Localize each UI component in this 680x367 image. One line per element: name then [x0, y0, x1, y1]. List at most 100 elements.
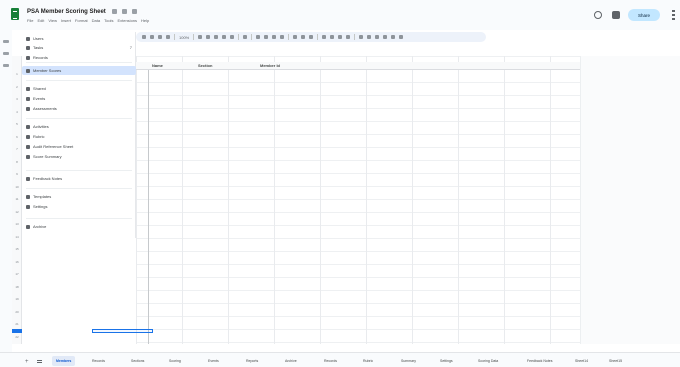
- spreadsheet-grid[interactable]: [136, 56, 580, 344]
- fill-color-icon[interactable]: [293, 35, 298, 39]
- panel-item-settings[interactable]: Settings: [22, 202, 136, 211]
- menu-item-edit[interactable]: Edit: [37, 18, 44, 23]
- comment-icon[interactable]: [367, 35, 372, 39]
- menu-item-data[interactable]: Data: [92, 18, 100, 23]
- sheets-logo-icon[interactable]: [11, 8, 19, 20]
- redo-icon[interactable]: [150, 35, 154, 39]
- comments-icon[interactable]: [612, 11, 620, 19]
- row-number[interactable]: 19: [12, 297, 22, 301]
- menu-icon[interactable]: [3, 40, 9, 43]
- menu-item-tools[interactable]: Tools: [104, 18, 113, 23]
- sheet-tab[interactable]: Rubric: [359, 356, 377, 366]
- wrap-icon[interactable]: [338, 35, 343, 39]
- panel-item-score-summary[interactable]: Score Summary: [22, 152, 136, 161]
- sheet-tab[interactable]: Events: [204, 356, 223, 366]
- row-number[interactable]: 4: [12, 110, 22, 114]
- sheet-tab[interactable]: Settings: [436, 356, 457, 366]
- sheet-tab[interactable]: Sections: [127, 356, 148, 366]
- chart-icon[interactable]: [375, 35, 380, 39]
- menu-item-insert[interactable]: Insert: [61, 18, 71, 23]
- panel-item-templates[interactable]: Templates: [22, 192, 136, 201]
- row-number[interactable]: 3: [12, 97, 22, 101]
- panel-item-tasks[interactable]: Tasks 7: [22, 43, 136, 52]
- panel-item-users[interactable]: Users: [22, 34, 136, 43]
- sheet-tab[interactable]: Summary: [397, 356, 420, 366]
- align-icon[interactable]: [322, 35, 327, 39]
- row-number[interactable]: 16: [12, 260, 22, 264]
- panel-item-shared[interactable]: Shared: [22, 84, 136, 93]
- panel-item-assessments[interactable]: Assessments: [22, 104, 136, 113]
- strikethrough-icon[interactable]: [272, 35, 277, 39]
- row-number[interactable]: 11: [12, 197, 22, 201]
- panel-item-activities[interactable]: Activities: [22, 122, 136, 131]
- sheet-tab[interactable]: Reports: [242, 356, 262, 366]
- row-number[interactable]: 15: [12, 247, 22, 251]
- sheet-tab[interactable]: Scoring Data: [474, 356, 502, 366]
- menu-item-view[interactable]: View: [48, 18, 57, 23]
- star-icon[interactable]: [112, 9, 117, 14]
- menu-item-format[interactable]: Format: [75, 18, 88, 23]
- sheet-tab[interactable]: Records: [320, 356, 341, 366]
- text-color-icon[interactable]: [280, 35, 285, 39]
- panel-item-feedback-notes[interactable]: Feedback Notes: [22, 174, 136, 183]
- sheet-tab[interactable]: Feedback Notes: [523, 356, 557, 366]
- menu-item-file[interactable]: File: [27, 18, 33, 23]
- currency-icon[interactable]: [198, 35, 203, 39]
- panel-item-events[interactable]: Events: [22, 94, 136, 103]
- more-options-icon[interactable]: [672, 10, 675, 20]
- row-number[interactable]: 6: [12, 135, 22, 139]
- sheet-tab[interactable]: Members: [52, 356, 76, 366]
- functions-icon[interactable]: [399, 35, 404, 39]
- row-number[interactable]: 20: [12, 310, 22, 314]
- row-number[interactable]: 21: [12, 322, 22, 326]
- share-button[interactable]: Share: [628, 9, 660, 21]
- row-number[interactable]: 1: [12, 72, 22, 76]
- column-header[interactable]: Member Id: [260, 63, 280, 68]
- row-number[interactable]: 2: [12, 85, 22, 89]
- cloud-status-icon[interactable]: [132, 9, 137, 14]
- paint-format-icon[interactable]: [166, 35, 170, 39]
- sheet-tab[interactable]: Sheet14: [571, 356, 592, 366]
- merge-cells-icon[interactable]: [309, 35, 314, 39]
- panel-item-rubric[interactable]: Rubric: [22, 132, 136, 141]
- all-sheets-icon[interactable]: [37, 360, 42, 363]
- rotate-icon[interactable]: [346, 35, 351, 39]
- row-number[interactable]: 5: [12, 122, 22, 126]
- row-number[interactable]: 13: [12, 222, 22, 226]
- menu-item-help[interactable]: Help: [141, 18, 149, 23]
- sheet-tab[interactable]: Records: [88, 356, 109, 366]
- row-number[interactable]: 8: [12, 160, 22, 164]
- sheet-tab[interactable]: Archive: [281, 356, 301, 366]
- sheet-tab[interactable]: Sheet15: [605, 356, 626, 366]
- views-icon[interactable]: [3, 64, 9, 67]
- percent-icon[interactable]: [206, 35, 211, 39]
- filter-icon[interactable]: [383, 35, 388, 39]
- row-number[interactable]: 18: [12, 285, 22, 289]
- panel-item-audit-reference-sheet[interactable]: Audit Reference Sheet: [22, 142, 136, 151]
- filter-views-icon[interactable]: [391, 35, 396, 39]
- print-icon[interactable]: [158, 35, 162, 39]
- link-icon[interactable]: [359, 35, 364, 39]
- move-folder-icon[interactable]: [122, 9, 127, 14]
- row-number[interactable]: 14: [12, 235, 22, 239]
- column-header[interactable]: Name: [152, 63, 163, 68]
- row-number[interactable]: 7: [12, 147, 22, 151]
- column-header[interactable]: Section: [198, 63, 212, 68]
- panel-item-records[interactable]: Records: [22, 53, 136, 62]
- menu-item-extensions[interactable]: Extensions: [117, 18, 137, 23]
- add-sheet-button[interactable]: +: [25, 359, 29, 365]
- selected-cell[interactable]: [92, 329, 153, 333]
- borders-icon[interactable]: [301, 35, 306, 39]
- grid-overflow-area[interactable]: [580, 56, 680, 344]
- decrease-decimal-icon[interactable]: [214, 35, 219, 39]
- freeze-divider[interactable]: [148, 70, 149, 344]
- increase-decimal-icon[interactable]: [222, 35, 227, 39]
- undo-icon[interactable]: [142, 35, 146, 39]
- number-format-icon[interactable]: [230, 35, 235, 39]
- row-number[interactable]: 17: [12, 272, 22, 276]
- row-number[interactable]: 10: [12, 185, 22, 189]
- bold-icon[interactable]: [256, 35, 261, 39]
- panel-item-member-scores[interactable]: Member Scores: [22, 66, 136, 75]
- italic-icon[interactable]: [264, 35, 269, 39]
- zoom-select[interactable]: 100%: [179, 35, 189, 40]
